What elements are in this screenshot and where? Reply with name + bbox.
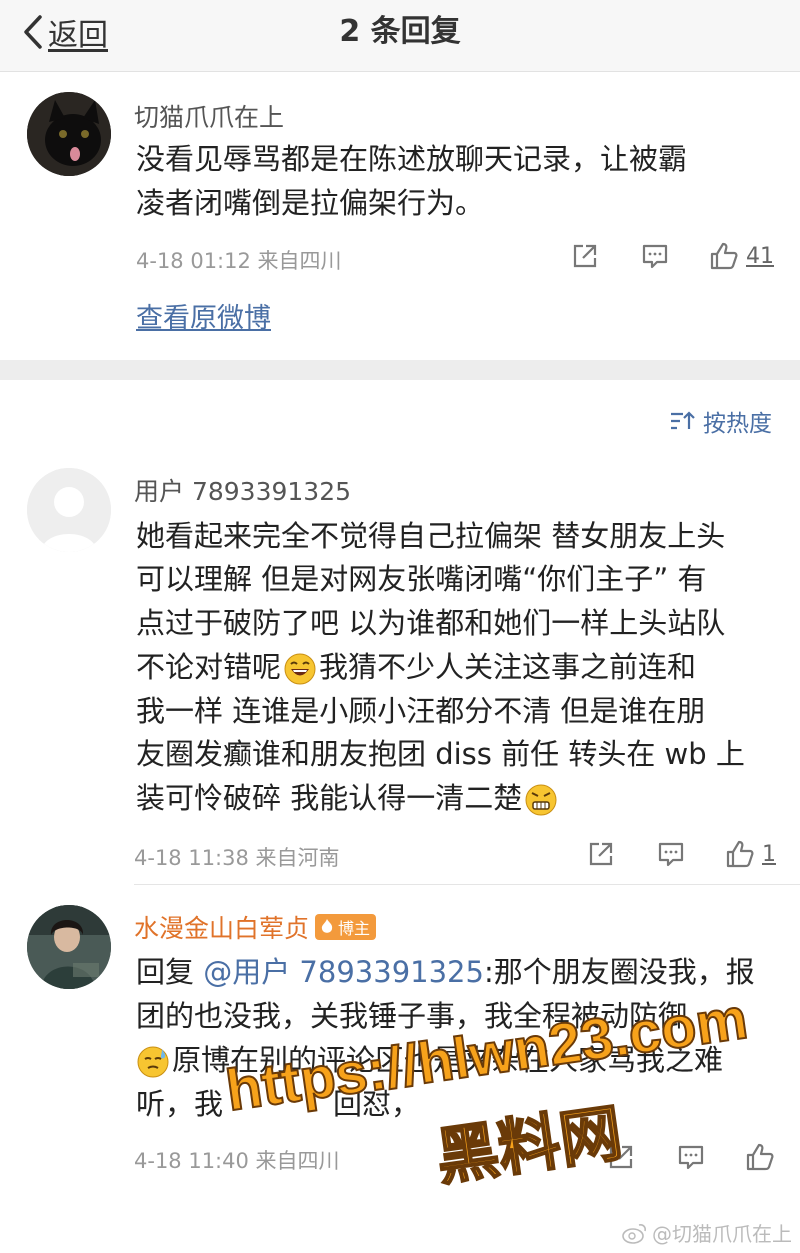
username[interactable]: 切猫爪爪在上 — [134, 98, 284, 134]
username-text: 水漫金山白荤贞 — [134, 914, 310, 943]
avatar[interactable] — [27, 468, 111, 552]
share-button[interactable] — [586, 839, 616, 869]
comment-text-segment: 我猜不少人关注这事之前连和 — [319, 650, 697, 684]
weibo-credit: @切猫爪爪在上 — [622, 1218, 792, 1247]
comment-text-segment: :那个朋友圈没我，报 — [483, 955, 755, 989]
share-icon — [589, 842, 613, 866]
comment-text-segment: 听，我 — [136, 1087, 224, 1121]
comment-button[interactable] — [656, 839, 686, 869]
default-avatar-image — [27, 468, 111, 552]
comment-actions: 1 — [586, 838, 776, 870]
section-divider — [0, 360, 800, 380]
thumbs-up-icon — [710, 242, 738, 270]
badge-label: 博主 — [338, 919, 371, 938]
comment-text-line: 她看起来完全不觉得自己拉偏架 替女朋友上头 — [136, 519, 726, 553]
comment-text-segment: 装可怜破碎 我能认得一清二楚 — [136, 781, 523, 815]
like-button[interactable] — [744, 1141, 776, 1173]
comment-icon — [658, 842, 684, 867]
laughing-emoji-icon — [284, 653, 316, 685]
comment-text-line: 点过于破防了吧 以为谁都和她们一样上头站队 — [136, 606, 726, 640]
credit-text: @切猫爪爪在上 — [652, 1222, 792, 1246]
comment-button[interactable] — [676, 1142, 706, 1172]
page-title: 2 条回复 — [339, 14, 461, 49]
thumbs-up-icon — [726, 840, 754, 868]
fire-icon — [321, 919, 333, 933]
weibo-logo-icon — [622, 1223, 646, 1244]
like-count: 41 — [746, 243, 774, 269]
comment-actions: 41 — [570, 240, 774, 272]
avatar[interactable] — [27, 92, 111, 176]
comment-text-line-with-emoji: 不论对错呢 我猜不少人关注这事之前连和 — [136, 646, 696, 690]
portrait-avatar-image — [27, 905, 111, 989]
username[interactable]: 水漫金山白荤贞 博主 — [134, 909, 377, 945]
comment-icon — [642, 244, 668, 269]
comment-text-line: 友圈发癫谁和朋友抱团 diss 前任 转头在 wb 上 — [136, 737, 745, 771]
blogger-badge: 博主 — [315, 914, 377, 940]
comment-button[interactable] — [640, 241, 670, 271]
thumbs-up-icon — [746, 1143, 774, 1171]
comment-meta: 4-18 11:40 来自四川 — [134, 1149, 340, 1173]
sort-by-hot-button[interactable]: 按热度 — [669, 404, 772, 438]
comment-text-line: 我一样 连谁是小顾小汪都分不清 但是谁在朋 — [136, 694, 706, 728]
like-button[interactable]: 1 — [724, 838, 776, 870]
top-nav-bar: 返回 2 条回复 — [0, 0, 800, 72]
mention-link[interactable]: @用户 7893391325 — [203, 955, 484, 989]
original-comment: 切猫爪爪在上 没看见辱骂都是在陈述放聊天记录，让被霸 凌者闭嘴倒是拉偏架行为。 … — [0, 72, 800, 360]
avatar[interactable] — [27, 905, 111, 989]
comment-actions — [606, 1141, 776, 1173]
cat-avatar-image — [27, 92, 111, 176]
username[interactable]: 用户 7893391325 — [134, 472, 351, 508]
comment-icon — [678, 1145, 704, 1170]
angry-emoji-icon — [525, 784, 557, 816]
comment-text-line: 可以理解 但是对网友张嘴闭嘴“你们主子” 有 — [136, 562, 707, 596]
comment-text-segment: 不论对错呢 — [136, 650, 282, 684]
comment-meta: 4-18 11:38 来自河南 — [134, 846, 340, 870]
comment-meta: 4-18 01:12 来自四川 — [136, 249, 342, 273]
share-button[interactable] — [570, 241, 600, 271]
sweat-emoji-icon — [137, 1046, 169, 1078]
comment-text-line: 没看见辱骂都是在陈述放聊天记录，让被霸 — [136, 142, 688, 176]
comment-text-line-with-emoji: 装可怜破碎 我能认得一清二楚 — [136, 777, 560, 821]
like-count: 1 — [762, 841, 776, 867]
reply-prefix: 回复 — [136, 955, 204, 989]
reply-item: 用户 7893391325 她看起来完全不觉得自己拉偏架 替女朋友上头 可以理解… — [0, 460, 800, 880]
comment-text-line-with-mention: 回复 @用户 7893391325:那个朋友圈没我，报 — [136, 951, 755, 995]
view-original-weibo-link[interactable]: 查看原微博 — [136, 296, 271, 335]
comment-text-line: 凌者闭嘴倒是拉偏架行为。 — [136, 186, 485, 220]
like-button[interactable]: 41 — [708, 240, 774, 272]
sort-icon — [671, 411, 695, 430]
sort-label: 按热度 — [703, 411, 772, 437]
share-icon — [573, 244, 597, 268]
